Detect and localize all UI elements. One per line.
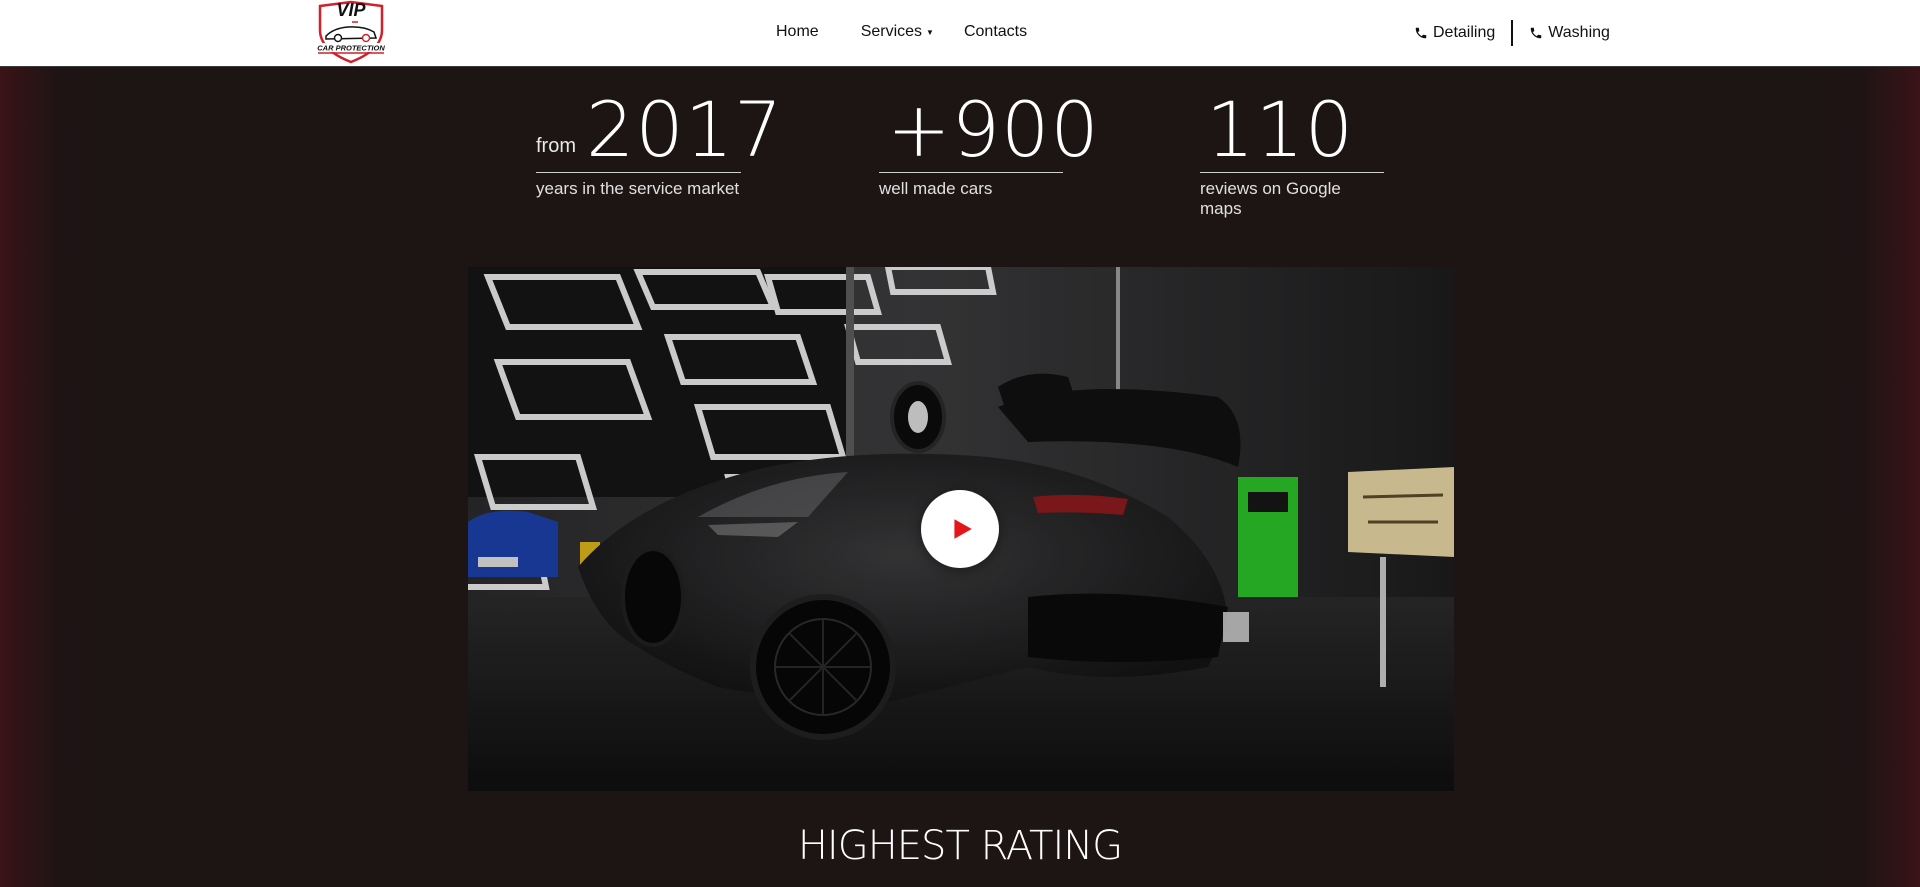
site-logo[interactable]: VIP CAR PROTECTION (312, 0, 390, 64)
svg-text:CAR PROTECTION: CAR PROTECTION (317, 44, 385, 53)
detailing-phone-link[interactable]: Detailing (1414, 24, 1495, 42)
phone-divider (1511, 20, 1514, 46)
promo-video[interactable] (468, 267, 1454, 791)
stat-reviews: 110 reviews on Google maps (1200, 85, 1384, 219)
detailing-label: Detailing (1433, 24, 1496, 41)
phone-icon (1415, 27, 1427, 39)
nav-services-label: Services (860, 23, 923, 40)
main-nav: Home Services ▼ Contacts (776, 22, 1027, 42)
stat-reviews-number: 110 (1206, 85, 1355, 174)
stat-reviews-value: 110 (1200, 85, 1384, 174)
nav-contacts-link[interactable]: Contacts (964, 22, 1027, 42)
nav-services-dropdown[interactable]: Services ▼ (861, 22, 934, 42)
caret-down-icon: ▼ (926, 27, 934, 37)
play-button[interactable] (921, 490, 999, 568)
nav-home-label: Home (776, 23, 819, 40)
highest-rating-heading: HIGHEST RATING (797, 823, 1123, 869)
stat-cars-label: well made cars (879, 179, 993, 198)
stat-years-number: 2017 (586, 85, 784, 174)
nav-home-link[interactable]: Home (776, 22, 819, 42)
play-icon (954, 519, 972, 539)
stat-years-value: from 2017 (536, 92, 782, 173)
washing-label: Washing (1548, 24, 1610, 41)
main-content: from 2017 years in the service market +9… (0, 67, 1920, 887)
stat-years-label: years in the service market (536, 179, 740, 198)
phone-icon (1531, 27, 1542, 39)
stat-reviews-label: reviews on Google maps (1200, 179, 1341, 218)
washing-phone-link[interactable]: Washing (1529, 24, 1610, 42)
nav-contacts-label: Contacts (963, 23, 1028, 40)
svg-text:VIP: VIP (336, 0, 366, 20)
stat-cars-number: +900 (887, 85, 1100, 174)
stat-cars: +900 well made cars (879, 92, 1099, 199)
stat-years-prefix: from (536, 135, 576, 157)
site-header: VIP CAR PROTECTION Home Services ▼ Conta… (0, 0, 1920, 67)
stat-years: from 2017 years in the service market (536, 92, 782, 199)
phone-links: Detailing Washing (1414, 20, 1610, 46)
logo-image: VIP CAR PROTECTION (317, 0, 385, 64)
stat-cars-value: +900 (879, 92, 1099, 173)
